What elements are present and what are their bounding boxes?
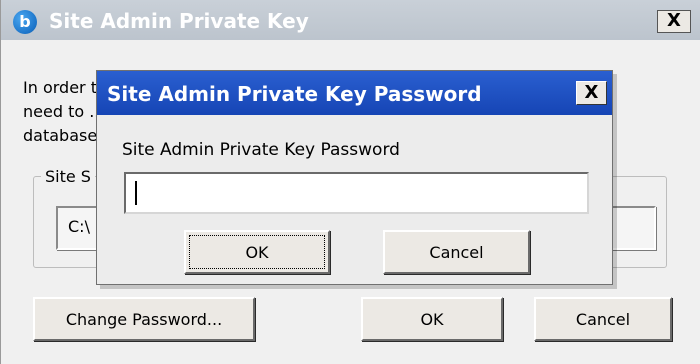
modal-title: Site Admin Private Key Password [107, 82, 482, 106]
modal-title-bar[interactable]: Site Admin Private Key Password X [97, 71, 612, 115]
password-dialog: Site Admin Private Key Password X Site A… [96, 70, 613, 285]
modal-cancel-button[interactable]: Cancel [383, 230, 530, 274]
change-password-button[interactable]: Change Password... [33, 297, 255, 341]
modal-close-button[interactable]: X [576, 81, 607, 105]
parent-ok-button[interactable]: OK [361, 297, 503, 341]
parent-title-bar[interactable]: b Site Admin Private Key X [1, 0, 700, 40]
app-logo-icon: b [13, 10, 37, 34]
modal-ok-button[interactable]: OK [184, 230, 330, 274]
groupbox-label: Site S [41, 167, 95, 186]
parent-cancel-button[interactable]: Cancel [534, 297, 672, 341]
password-input[interactable] [124, 172, 589, 214]
password-field-label: Site Admin Private Key Password [122, 140, 400, 160]
parent-window-title: Site Admin Private Key [49, 9, 309, 33]
parent-close-button[interactable]: X [657, 10, 691, 33]
text-cursor [135, 181, 137, 205]
